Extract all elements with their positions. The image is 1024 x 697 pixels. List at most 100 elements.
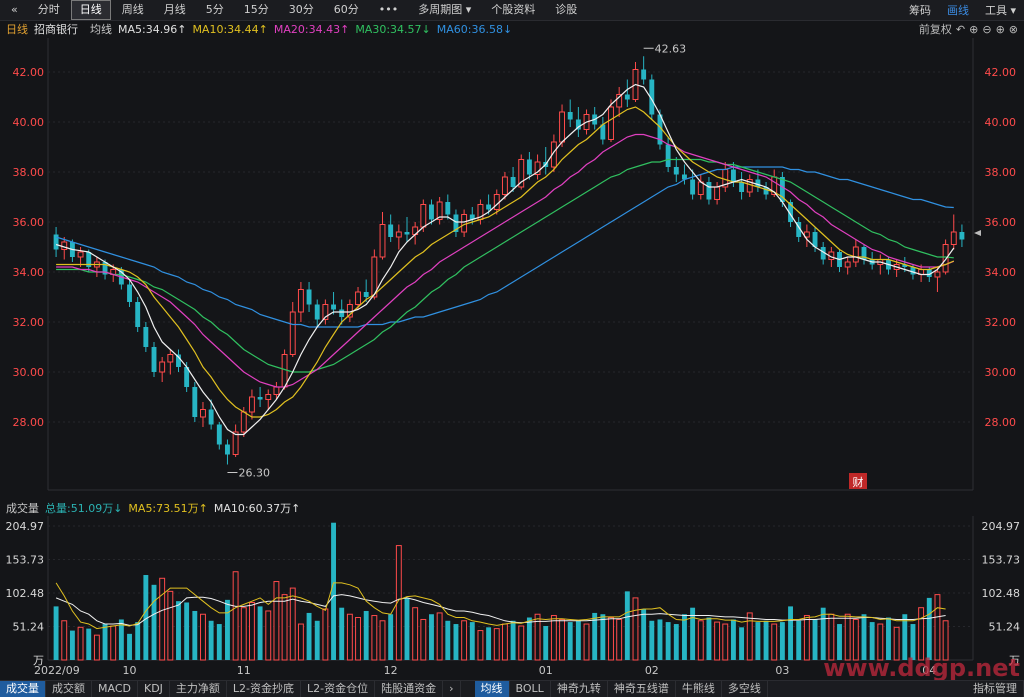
tab-indicator-manage[interactable]: 指标管理: [967, 681, 1024, 697]
volume-tick-left: 102.48: [6, 587, 45, 600]
tab-macd[interactable]: MACD: [92, 681, 138, 697]
candle-body: [265, 394, 272, 400]
volume-tick-right: 153.73: [982, 553, 1021, 566]
tab-15min[interactable]: 15分: [235, 0, 278, 20]
volume-bar: [722, 623, 729, 661]
volume-bar: [820, 607, 826, 660]
volume-bar: [788, 606, 793, 660]
candle-body: [714, 186, 721, 200]
period-label: 日线: [6, 23, 28, 36]
volume-bar: [363, 610, 369, 660]
undo-icon[interactable]: ↶: [956, 23, 965, 36]
adjust-dropdown[interactable]: 前复权: [919, 21, 952, 37]
volume-chart[interactable]: 204.97 204.97 153.73 153.73 102.48 102.48 51.2…: [0, 516, 1024, 680]
chips-button[interactable]: 筹码: [901, 2, 939, 18]
candle-body: [192, 387, 198, 417]
volume-bar: [135, 622, 141, 660]
candlestick-chart[interactable]: 42.00 42.00 40.00 40.00 38.00 38.00 36.00 36.00…: [0, 38, 1024, 500]
multi-period-dropdown[interactable]: 多周期图 ▾: [409, 0, 480, 20]
tab-northbound[interactable]: 陆股通资金: [375, 681, 444, 697]
diagnose-button[interactable]: 诊股: [546, 0, 586, 20]
tab-magic-nine[interactable]: 神奇九转: [551, 681, 608, 697]
back-icon[interactable]: «: [2, 0, 27, 20]
tab-daily[interactable]: 日线: [70, 0, 111, 20]
tab-bull-bear[interactable]: 牛熊线: [676, 681, 722, 697]
volume-bar: [371, 615, 378, 661]
volume-bar: [543, 626, 549, 660]
tab-l2-bottom[interactable]: L2-资金抄底: [227, 681, 302, 697]
volume-bar: [306, 612, 312, 660]
candle-body: [225, 444, 230, 455]
volume-bar: [682, 614, 687, 660]
zoom-out-icon[interactable]: ⊖: [982, 23, 991, 36]
candle-body: [257, 397, 263, 400]
draw-line-button[interactable]: 画线: [939, 2, 977, 18]
candle-body: [706, 182, 712, 200]
tab-magic-five[interactable]: 神奇五线谱: [608, 681, 676, 697]
tabs-scroll-right-icon[interactable]: ›: [443, 681, 461, 697]
tab-volume[interactable]: 成交量: [0, 681, 46, 697]
ma30-value: MA30:34.57↓: [355, 22, 431, 36]
volume-bar: [665, 622, 671, 660]
tab-ma[interactable]: 均线: [474, 681, 510, 697]
candle-body: [151, 347, 157, 372]
volume-bar: [632, 597, 639, 661]
volume-tick-left: 51.24: [13, 621, 45, 634]
volume-bar: [159, 577, 166, 661]
candle-body: [404, 232, 410, 235]
tab-long-short[interactable]: 多空线: [722, 681, 768, 697]
volume-bar: [265, 610, 272, 661]
volume-bar: [550, 615, 557, 661]
tab-weekly[interactable]: 周线: [113, 0, 153, 20]
ma20-value: MA20:34.43↑: [273, 22, 350, 36]
tab-boll[interactable]: BOLL: [510, 681, 551, 697]
volume-bar: [176, 601, 181, 660]
more-button[interactable]: •••: [370, 0, 407, 20]
add-icon[interactable]: ⊕: [996, 23, 1005, 36]
zoom-in-icon[interactable]: ⊕: [969, 23, 978, 36]
volume-bar: [518, 625, 525, 661]
tab-turnover[interactable]: 成交额: [46, 681, 92, 697]
candle-body: [240, 411, 247, 433]
stock-profile-button[interactable]: 个股资料: [482, 0, 544, 20]
volume-bar: [616, 618, 623, 661]
tools-dropdown[interactable]: 工具 ▾: [977, 2, 1024, 18]
tab-main-net[interactable]: 主力净额: [170, 681, 227, 697]
tab-60min[interactable]: 60分: [325, 0, 368, 20]
tab-l2-position[interactable]: L2-资金仓位: [301, 681, 376, 697]
candle-body: [127, 284, 132, 302]
volume-bar: [918, 607, 925, 661]
candle-body: [461, 214, 468, 233]
price-tick-left: 38.00: [13, 166, 45, 179]
volume-bar: [796, 620, 802, 660]
volume-bar: [208, 620, 214, 660]
tab-fenshi[interactable]: 分时: [29, 0, 69, 20]
close-icon[interactable]: ⊗: [1009, 23, 1018, 36]
candle-body: [429, 204, 434, 220]
volume-bar: [127, 633, 132, 660]
volume-bar: [110, 625, 117, 661]
tab-30min[interactable]: 30分: [280, 0, 323, 20]
ma10-value: MA10:34.44↑: [192, 22, 268, 36]
volume-bar: [420, 618, 427, 661]
tab-5min[interactable]: 5分: [197, 0, 233, 20]
volume-label: 成交量: [6, 502, 39, 515]
candle-body: [388, 224, 394, 237]
volume-bar: [388, 614, 394, 660]
tab-monthly[interactable]: 月线: [155, 0, 195, 20]
volume-ma5: MA5:73.51万↑: [128, 502, 208, 515]
price-tick-left: 34.00: [13, 266, 45, 279]
volume-bar: [192, 610, 198, 660]
volume-total: 总量:51.09万↓: [45, 502, 123, 515]
volume-bar: [600, 614, 606, 660]
candle-body: [306, 289, 312, 305]
volume-bar: [763, 620, 769, 660]
volume-bar: [404, 597, 410, 660]
candle-body: [959, 232, 965, 240]
candle-body: [363, 292, 369, 297]
candle-body: [526, 159, 532, 175]
ma5-value: MA5:34.96↑: [118, 22, 187, 36]
finance-badge-label: 财: [853, 475, 864, 489]
tab-kdj[interactable]: KDJ: [138, 681, 170, 697]
volume-bar: [673, 624, 679, 660]
